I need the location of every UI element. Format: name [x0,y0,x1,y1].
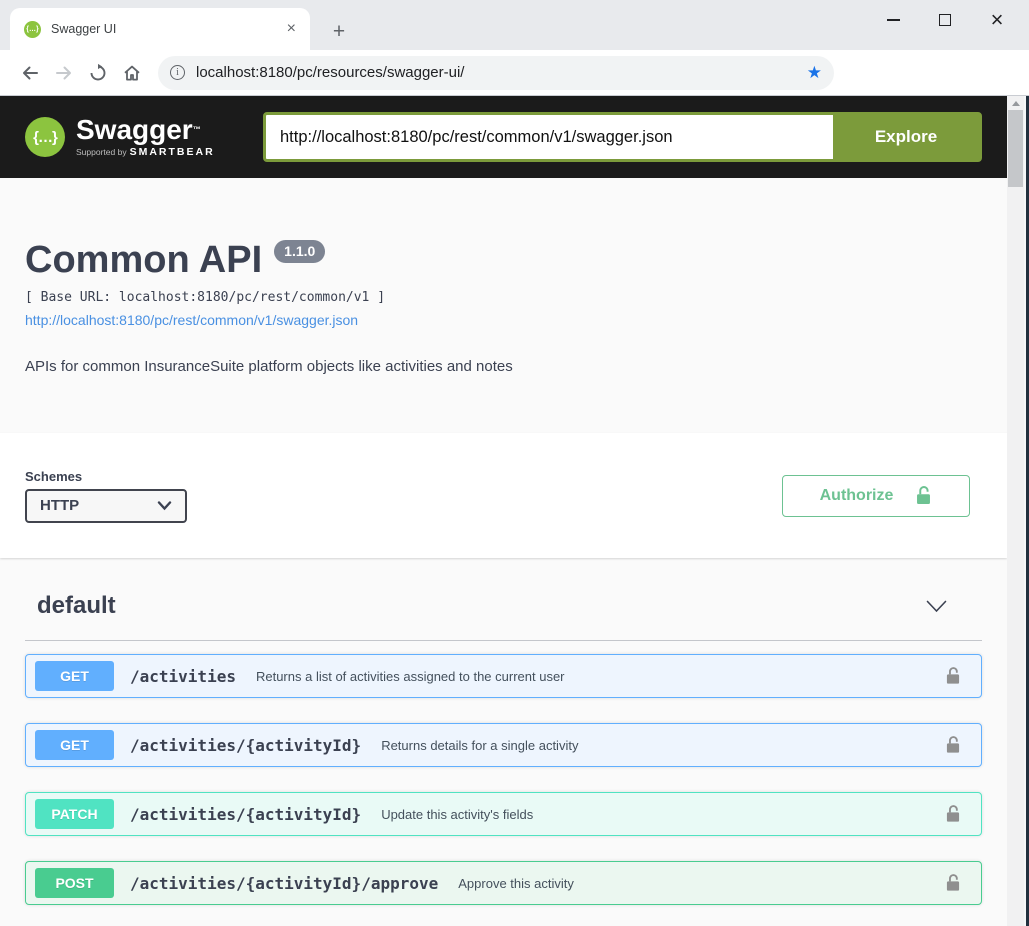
tab-strip: {…} Swagger UI × + × [0,0,1029,50]
endpoint-row-post-approve[interactable]: POST /activities/{activityId}/approve Ap… [25,861,982,905]
endpoint-path: /activities/{activityId} [130,736,361,755]
auth-lock-button[interactable] [945,804,961,824]
spec-url-input[interactable] [266,115,833,159]
forward-arrow-icon [54,63,74,83]
smartbear-brand: SMARTBEAR [130,146,215,158]
endpoint-description: Approve this activity [458,876,574,891]
supported-by-line: Supported bySMARTBEAR [76,146,215,158]
schemes-label: Schemes [25,469,187,484]
back-arrow-icon [20,63,40,83]
browser-tab[interactable]: {…} Swagger UI × [10,8,310,50]
window-minimize-button[interactable] [867,2,919,38]
endpoint-row-patch-activity[interactable]: PATCH /activities/{activityId} Update th… [25,792,982,836]
auth-lock-button[interactable] [945,735,961,755]
auth-lock-button[interactable] [945,666,961,686]
window-controls: × [867,0,1023,40]
endpoint-path: /activities/{activityId} [130,805,361,824]
endpoint-description: Returns a list of activities assigned to… [256,669,565,684]
refresh-icon [88,63,108,83]
api-info-section: Common API1.1.0 [ Base URL: localhost:81… [0,178,1007,375]
scrollbar-thumb[interactable] [1008,110,1023,187]
window-maximize-button[interactable] [919,2,971,38]
auth-wrapper: Authorize [782,475,970,517]
minimize-icon [887,19,900,21]
version-badge: 1.1.0 [274,240,325,263]
close-icon: × [991,9,1004,31]
swagger-favicon-icon: {…} [24,21,41,38]
tag-header-default[interactable]: default [25,586,982,641]
scrollbar-up-arrow[interactable] [1007,101,1024,106]
api-title: Common API1.1.0 [25,238,982,282]
tag-title: default [37,586,116,626]
tab-close-icon[interactable]: × [287,21,296,37]
tab-title: Swagger UI [51,22,116,36]
url-text: localhost:8180/pc/resources/swagger-ui/ [196,64,464,81]
api-description: APIs for common InsuranceSuite platform … [25,358,982,375]
endpoint-path: /activities/{activityId}/approve [130,874,438,893]
schemes-selected-value: HTTP [40,497,79,514]
endpoint-row-get-activities[interactable]: GET /activities Returns a list of activi… [25,654,982,698]
vertical-scrollbar[interactable] [1007,96,1024,926]
authorize-button[interactable]: Authorize [782,475,970,517]
refresh-button[interactable] [81,56,115,90]
endpoint-path: /activities [130,667,236,686]
swagger-logo-icon: {…} [25,117,65,157]
lock-icon [945,804,961,824]
bookmark-star-icon[interactable]: ★ [807,64,822,81]
browser-window: {…} Swagger UI × + × i localhost:8180/pc… [0,0,1029,926]
window-close-button[interactable]: × [971,2,1023,38]
home-button[interactable] [115,56,149,90]
chevron-down-icon [157,500,172,511]
address-bar[interactable]: i localhost:8180/pc/resources/swagger-ui… [158,56,834,90]
endpoint-row-get-activity[interactable]: GET /activities/{activityId} Returns det… [25,723,982,767]
base-url: [ Base URL: localhost:8180/pc/rest/commo… [25,290,982,305]
endpoint-description: Update this activity's fields [381,807,533,822]
up-arrow-icon [1012,101,1020,106]
collapse-chevron-icon [926,600,947,613]
method-badge: GET [35,661,114,691]
trademark-symbol: ™ [193,125,201,134]
lock-icon [945,735,961,755]
lock-icon [945,873,961,893]
page-info-icon[interactable]: i [170,65,185,80]
method-badge: GET [35,730,114,760]
schemes-group: Schemes HTTP [25,469,187,523]
endpoint-description: Returns details for a single activity [381,738,578,753]
operations-list: GET /activities Returns a list of activi… [25,654,982,905]
back-button[interactable] [13,56,47,90]
swagger-topbar: {…} Swagger™ Supported bySMARTBEAR Explo… [0,96,1007,178]
swagger-logo-text: Swagger™ [76,114,201,145]
spec-url-group: Explore [263,112,982,162]
page-content: {…} Swagger™ Supported bySMARTBEAR Explo… [0,96,1007,926]
new-tab-button[interactable]: + [326,18,352,44]
scheme-section: Schemes HTTP Authorize [0,433,1007,558]
maximize-icon [939,14,951,26]
method-badge: PATCH [35,799,114,829]
explore-button[interactable]: Explore [833,115,979,159]
browser-toolbar: i localhost:8180/pc/resources/swagger-ui… [0,50,1029,96]
tag-section: default GET /activities Returns a list o… [0,586,1007,905]
method-badge: POST [35,868,114,898]
home-icon [122,63,142,83]
auth-lock-button[interactable] [945,873,961,893]
unlock-icon [915,485,932,506]
swagger-logo: {…} Swagger™ Supported bySMARTBEAR [25,116,215,158]
lock-icon [945,666,961,686]
spec-link[interactable]: http://localhost:8180/pc/rest/common/v1/… [25,312,358,328]
forward-button[interactable] [47,56,81,90]
schemes-select[interactable]: HTTP [25,489,187,523]
